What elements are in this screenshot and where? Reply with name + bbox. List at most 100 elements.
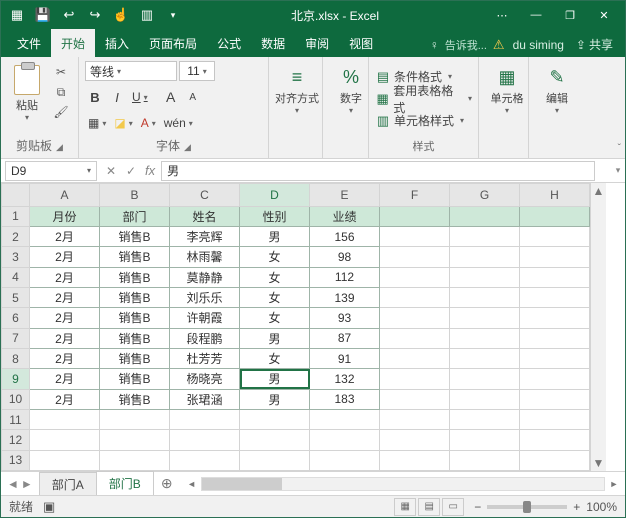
cell-C3[interactable]: 林雨馨	[170, 247, 240, 267]
cell-A12[interactable]	[30, 430, 100, 450]
customize-qat-icon[interactable]: ▥	[135, 3, 159, 27]
cell-B13[interactable]	[100, 450, 170, 470]
cell-C2[interactable]: 李亮辉	[170, 226, 240, 246]
cell-G7[interactable]	[450, 328, 520, 348]
paste-button[interactable]: 粘贴 ▾	[7, 61, 47, 135]
cell-H10[interactable]	[520, 389, 590, 409]
cell-G12[interactable]	[450, 430, 520, 450]
sheet-tab-b[interactable]: 部门B	[96, 471, 154, 497]
zoom-slider[interactable]	[487, 505, 567, 509]
cell-A2[interactable]: 2月	[30, 226, 100, 246]
cell-F12[interactable]	[380, 430, 450, 450]
cell-G3[interactable]	[450, 247, 520, 267]
macro-record-icon[interactable]: ▣	[43, 499, 55, 515]
cell-F1[interactable]	[380, 206, 450, 226]
cell-G9[interactable]	[450, 369, 520, 389]
cell-E10[interactable]: 183	[310, 389, 380, 409]
cell-D4[interactable]: 女	[240, 267, 310, 287]
cell-E4[interactable]: 112	[310, 267, 380, 287]
cell-C8[interactable]: 杜芳芳	[170, 348, 240, 368]
shrink-font-button[interactable]: A	[183, 87, 203, 107]
normal-view-icon[interactable]: ▦	[394, 498, 416, 516]
row-header-1[interactable]: 1	[2, 206, 30, 226]
cell-A1[interactable]: 月份	[30, 206, 100, 226]
cell-C1[interactable]: 姓名	[170, 206, 240, 226]
row-header-13[interactable]: 13	[2, 450, 30, 470]
scroll-left-icon[interactable]: ◄	[185, 479, 199, 489]
cell-B7[interactable]: 销售B	[100, 328, 170, 348]
cell-E11[interactable]	[310, 409, 380, 429]
sheet-nav-prev-icon[interactable]: ◄	[7, 477, 19, 491]
cell-F9[interactable]	[380, 369, 450, 389]
cell-B1[interactable]: 部门	[100, 206, 170, 226]
user-name[interactable]: du siming	[513, 38, 564, 52]
tellme-input[interactable]: 告诉我...	[445, 37, 487, 53]
col-header-F[interactable]: F	[380, 184, 450, 207]
save-icon[interactable]: 💾	[31, 3, 55, 27]
cell-F2[interactable]	[380, 226, 450, 246]
cell-A4[interactable]: 2月	[30, 267, 100, 287]
scroll-up-icon[interactable]: ▲	[591, 183, 606, 199]
cell-B4[interactable]: 销售B	[100, 267, 170, 287]
cell-E13[interactable]	[310, 450, 380, 470]
cell-C6[interactable]: 许朝霞	[170, 308, 240, 328]
touch-mode-icon[interactable]: ☝	[109, 3, 133, 27]
copy-icon[interactable]: ⧉	[51, 83, 71, 101]
cell-H6[interactable]	[520, 308, 590, 328]
cell-E12[interactable]	[310, 430, 380, 450]
cell-E3[interactable]: 98	[310, 247, 380, 267]
cell-G1[interactable]	[450, 206, 520, 226]
editing-button[interactable]: ✎ 编辑 ▾	[535, 61, 579, 121]
cell-A5[interactable]: 2月	[30, 287, 100, 307]
tab-view[interactable]: 视图	[339, 29, 383, 57]
cell-F5[interactable]	[380, 287, 450, 307]
grow-font-button[interactable]: A	[161, 87, 181, 107]
cell-F3[interactable]	[380, 247, 450, 267]
col-header-G[interactable]: G	[450, 184, 520, 207]
cell-H7[interactable]	[520, 328, 590, 348]
cell-E7[interactable]: 87	[310, 328, 380, 348]
font-size-combo[interactable]: 11▾	[179, 61, 215, 81]
row-header-2[interactable]: 2	[2, 226, 30, 246]
bold-button[interactable]: B	[85, 87, 105, 107]
tab-file[interactable]: 文件	[7, 29, 51, 57]
row-header-6[interactable]: 6	[2, 308, 30, 328]
cell-H8[interactable]	[520, 348, 590, 368]
pagebreak-view-icon[interactable]: ▭	[442, 498, 464, 516]
cells-button[interactable]: ▦ 单元格 ▾	[485, 61, 529, 121]
row-header-7[interactable]: 7	[2, 328, 30, 348]
horizontal-scrollbar[interactable]: ◄ ►	[185, 477, 621, 491]
cell-D5[interactable]: 女	[240, 287, 310, 307]
pagelayout-view-icon[interactable]: ▤	[418, 498, 440, 516]
vertical-scrollbar[interactable]: ▲ ▼	[590, 183, 606, 471]
cell-F10[interactable]	[380, 389, 450, 409]
font-launcher-icon[interactable]: ◢	[180, 142, 191, 152]
cell-D10[interactable]: 男	[240, 389, 310, 409]
row-header-11[interactable]: 11	[2, 409, 30, 429]
cell-F7[interactable]	[380, 328, 450, 348]
cell-G13[interactable]	[450, 450, 520, 470]
cell-C9[interactable]: 杨晓亮	[170, 369, 240, 389]
cell-C13[interactable]	[170, 450, 240, 470]
fill-color-button[interactable]: ◪▾	[111, 113, 135, 133]
cell-H11[interactable]	[520, 409, 590, 429]
tab-data[interactable]: 数据	[251, 29, 295, 57]
col-header-H[interactable]: H	[520, 184, 590, 207]
alignment-button[interactable]: ≡ 对齐方式 ▾	[275, 61, 319, 121]
cell-A8[interactable]: 2月	[30, 348, 100, 368]
cut-icon[interactable]: ✂	[51, 63, 71, 81]
cell-H5[interactable]	[520, 287, 590, 307]
cell-E2[interactable]: 156	[310, 226, 380, 246]
cell-G4[interactable]	[450, 267, 520, 287]
cell-styles-button[interactable]: ▥单元格样式▾	[375, 111, 472, 131]
cell-H12[interactable]	[520, 430, 590, 450]
cell-H13[interactable]	[520, 450, 590, 470]
cell-C5[interactable]: 刘乐乐	[170, 287, 240, 307]
cell-B9[interactable]: 销售B	[100, 369, 170, 389]
close-icon[interactable]: ✕	[587, 1, 621, 29]
cell-G11[interactable]	[450, 409, 520, 429]
zoom-level[interactable]: 100%	[586, 500, 617, 514]
zoom-out-button[interactable]: −	[474, 500, 481, 514]
sheet-tab-a[interactable]: 部门A	[39, 472, 97, 496]
cell-F13[interactable]	[380, 450, 450, 470]
